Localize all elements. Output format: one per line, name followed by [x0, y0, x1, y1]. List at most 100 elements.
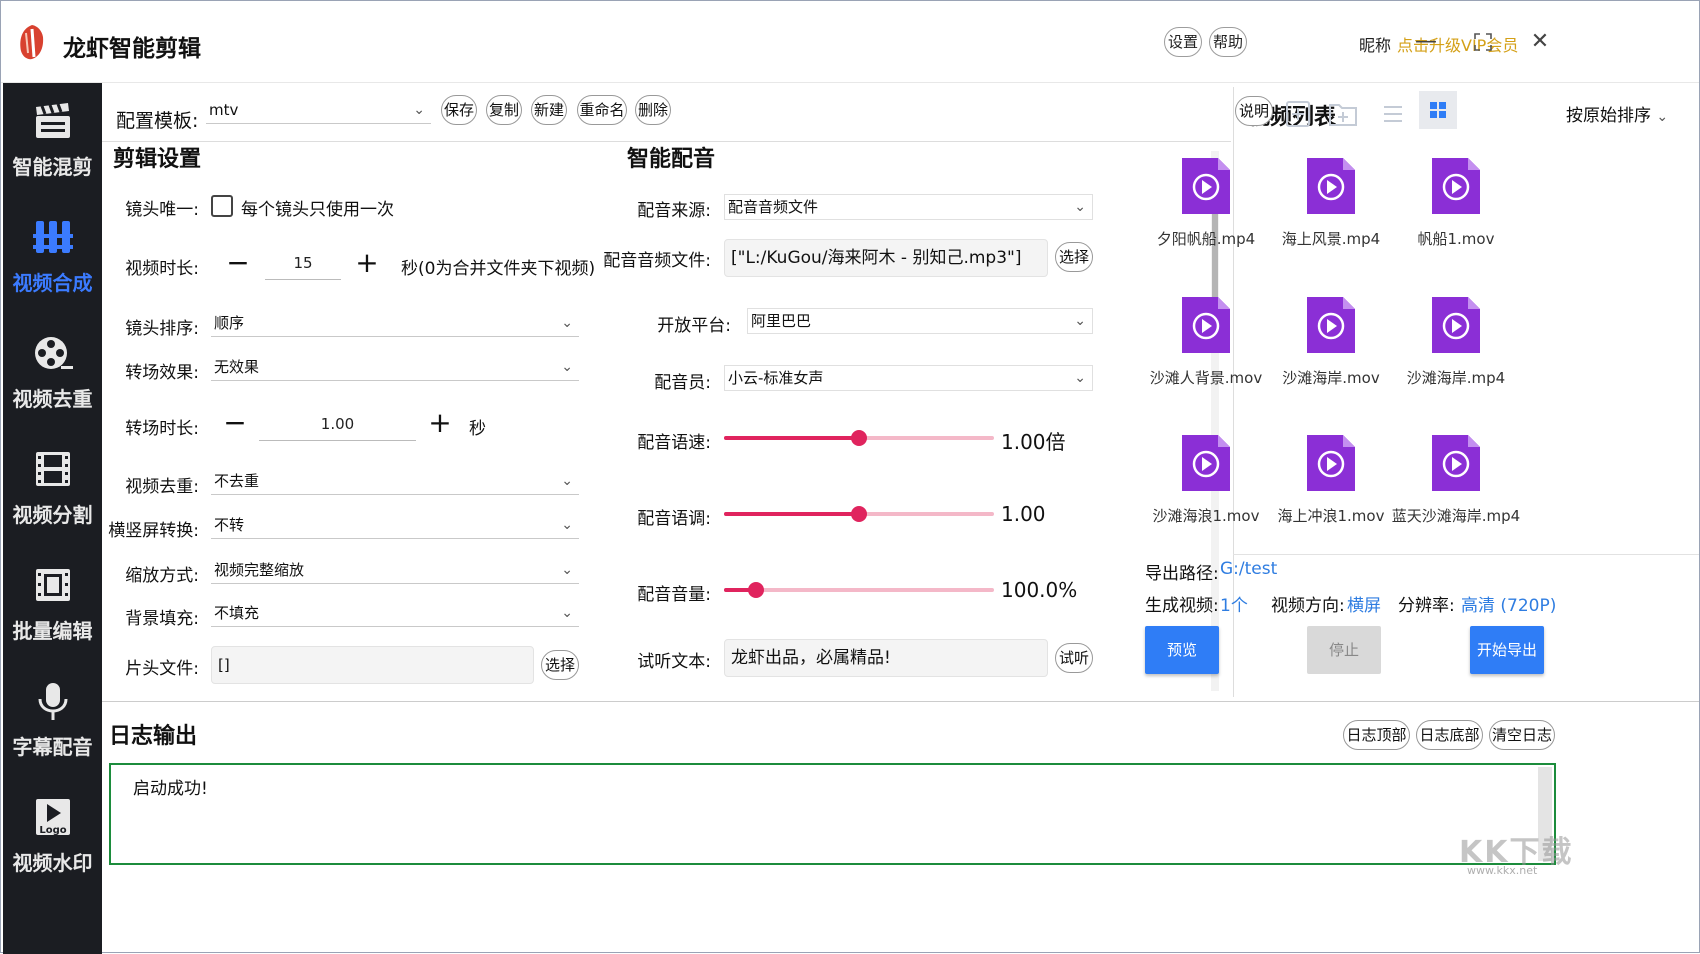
duration-plus-button[interactable]: +	[353, 249, 381, 278]
voice-actor-label: 配音员:	[654, 373, 711, 393]
transition-unit-text: 秒	[469, 419, 486, 439]
grid-view-toggle[interactable]	[1419, 91, 1457, 129]
app-title: 龙虾智能剪辑	[63, 36, 201, 62]
dubbing-audio-input[interactable]: ["L:/KuGou/海来阿木 - 别知己.mp3"]	[724, 239, 1048, 277]
list-view-icon[interactable]	[1376, 99, 1410, 129]
copy-config-button[interactable]: 复制	[486, 95, 522, 125]
transition-value: 无效果	[214, 358, 260, 376]
sidebar-item-video-compose[interactable]: 视频合成	[3, 199, 102, 319]
help-button[interactable]: 帮助	[1209, 27, 1247, 57]
transition-select[interactable]: 无效果 ⌄	[211, 355, 579, 381]
dedup-value: 不去重	[214, 472, 260, 490]
speech-pitch-slider[interactable]	[724, 504, 994, 524]
video-file-item[interactable]: 沙滩海岸.mov	[1266, 295, 1396, 415]
maximize-button[interactable]	[1468, 27, 1498, 57]
generate-count-value[interactable]: 1个	[1220, 591, 1248, 616]
preview-text-input[interactable]: 龙虾出品，必属精品!	[724, 639, 1048, 677]
sidebar-item-label: 智能混剪	[12, 155, 93, 179]
transition-duration-input[interactable]: 1.00	[259, 407, 416, 441]
preview-listen-button[interactable]: 试听	[1055, 643, 1093, 673]
unique-shot-checkbox[interactable]	[211, 195, 233, 217]
intro-select-button[interactable]: 选择	[541, 650, 579, 680]
stop-button[interactable]: 停止	[1307, 626, 1381, 674]
sort-order-select[interactable]: 按原始排序 ⌄	[1566, 101, 1668, 126]
rename-config-button[interactable]: 重命名	[577, 95, 627, 125]
add-file-icon[interactable]	[1281, 99, 1315, 129]
video-file-item[interactable]: 蓝天沙滩海岸.mp4	[1391, 433, 1521, 553]
duration-minus-button[interactable]: −	[224, 249, 252, 278]
rotate-select[interactable]: 不转 ⌄	[211, 513, 579, 539]
video-file-icon	[1182, 297, 1230, 353]
video-file-icon	[1182, 435, 1230, 491]
microphone-icon	[38, 683, 68, 720]
start-export-button[interactable]: 开始导出	[1470, 626, 1544, 674]
speech-volume-slider[interactable]	[724, 580, 994, 600]
voice-actor-select[interactable]: 小云-标准女声 ⌄	[724, 365, 1093, 391]
dedup-label: 视频去重:	[125, 477, 199, 497]
sidebar-item-smart-mix[interactable]: 智能混剪	[3, 83, 102, 203]
orientation-value[interactable]: 横屏	[1347, 591, 1381, 616]
speech-speed-slider[interactable]	[724, 428, 994, 448]
open-platform-select[interactable]: 阿里巴巴 ⌄	[747, 308, 1093, 334]
slider-handle[interactable]	[851, 430, 867, 446]
film-reel-icon	[35, 337, 73, 369]
site-watermark-url: www.kkx.net	[1467, 864, 1538, 877]
video-file-item[interactable]: 沙滩海浪1.mov	[1141, 433, 1271, 553]
minimize-button[interactable]: —	[1411, 27, 1441, 57]
close-button[interactable]: ✕	[1525, 27, 1555, 57]
export-path-label: 导出路径:	[1145, 564, 1219, 584]
rotate-value: 不转	[214, 516, 245, 534]
slider-track	[724, 588, 994, 592]
sidebar-item-video-split[interactable]: 视频分割	[3, 431, 102, 551]
transition-plus-button[interactable]: +	[426, 409, 454, 438]
dubbing-audio-select-button[interactable]: 选择	[1055, 242, 1093, 272]
delete-config-button[interactable]: 删除	[635, 95, 671, 125]
clear-log-button[interactable]: 清空日志	[1489, 720, 1555, 750]
save-config-button[interactable]: 保存	[441, 95, 477, 125]
log-bottom-button[interactable]: 日志底部	[1416, 720, 1483, 750]
dubbing-source-select[interactable]: 配音音频文件 ⌄	[724, 194, 1093, 220]
app-window: 龙虾智能剪辑 设置 帮助 昵称 点击升级VIP会员 — ✕ 智能混剪 视频合成 …	[0, 0, 1700, 954]
settings-button[interactable]: 设置	[1164, 27, 1202, 57]
log-top-button[interactable]: 日志顶部	[1343, 720, 1410, 750]
video-file-item[interactable]: 沙滩海岸.mp4	[1391, 295, 1521, 415]
new-config-button[interactable]: 新建	[531, 95, 567, 125]
scale-select[interactable]: 视频完整缩放 ⌄	[211, 558, 579, 584]
video-file-icon	[1432, 435, 1480, 491]
config-template-select[interactable]: mtv ⌄	[206, 98, 431, 124]
maximize-icon	[1474, 33, 1492, 51]
intro-file-input[interactable]: []	[211, 646, 534, 684]
video-duration-label: 视频时长:	[125, 259, 199, 279]
sidebar-item-video-watermark[interactable]: Logo 视频水印	[3, 779, 102, 899]
slider-handle[interactable]	[748, 582, 765, 598]
sidebar-item-batch-edit[interactable]: 批量编辑	[3, 547, 102, 667]
transition-minus-button[interactable]: −	[221, 409, 249, 438]
chevron-down-icon: ⌄	[1074, 313, 1086, 329]
resolution-value[interactable]: 高清 (720P)	[1461, 591, 1556, 616]
sidebar-item-subtitle-dubbing[interactable]: 字幕配音	[3, 663, 102, 783]
video-list-help-button[interactable]: 说明	[1235, 96, 1273, 126]
video-file-item[interactable]: 夕阳帆船.mp4	[1141, 156, 1271, 276]
export-path-value[interactable]: G:/test	[1220, 559, 1277, 579]
dedup-select[interactable]: 不去重 ⌄	[211, 469, 579, 495]
speech-volume-value: 100.0%	[1001, 578, 1078, 602]
video-file-item[interactable]: 海上风景.mp4	[1266, 156, 1396, 276]
add-folder-icon[interactable]	[1326, 99, 1360, 129]
slider-handle[interactable]	[851, 506, 867, 522]
shot-order-select[interactable]: 顺序 ⌄	[211, 311, 579, 337]
grid-view-icon	[1430, 102, 1446, 118]
video-file-item[interactable]: 海上冲浪1.mov	[1266, 433, 1396, 553]
video-file-item[interactable]: 沙滩人背景.mov	[1141, 295, 1271, 415]
sidebar-item-label: 视频合成	[12, 271, 93, 295]
video-file-name: 帆船1.mov	[1417, 230, 1495, 248]
unique-shot-label: 镜头唯一:	[125, 200, 199, 220]
log-output[interactable]	[109, 763, 1556, 865]
video-duration-input[interactable]: 15	[265, 246, 341, 280]
sidebar-item-video-dedup[interactable]: 视频去重	[3, 315, 102, 435]
nickname-label: 昵称	[1359, 36, 1392, 55]
preview-button[interactable]: 预览	[1145, 626, 1219, 674]
dubbing-title: 智能配音	[627, 147, 716, 172]
background-fill-select[interactable]: 不填充 ⌄	[211, 601, 579, 627]
sidebar: 智能混剪 视频合成 视频去重 视频分割 批量编辑 字幕配音 Logo 视频水印	[3, 83, 102, 954]
video-file-item[interactable]: 帆船1.mov	[1391, 156, 1521, 276]
